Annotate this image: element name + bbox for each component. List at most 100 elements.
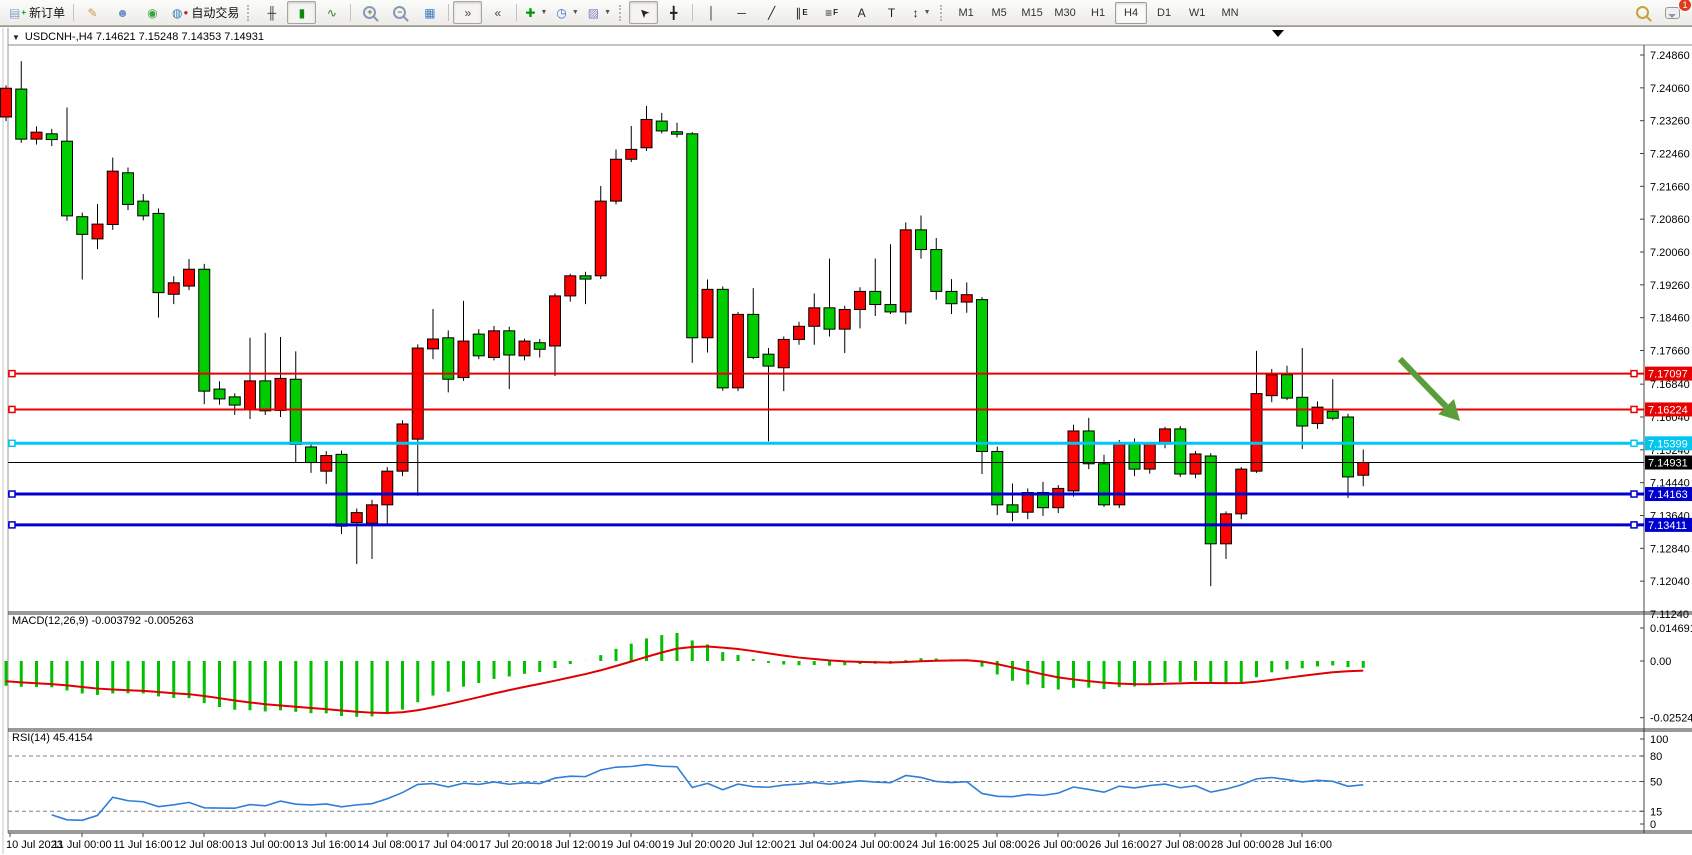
candle-up	[275, 378, 286, 410]
line-handle	[1631, 406, 1637, 412]
time-tick-label: 24 Jul 00:00	[845, 839, 905, 851]
signals-icon[interactable]: ◉	[138, 1, 167, 24]
candle-down	[748, 314, 759, 357]
chart-shift-button[interactable]: «	[483, 1, 512, 24]
time-tick-label: 12 Jul 08:00	[174, 839, 234, 851]
price-tick-label: 7.16840	[1650, 379, 1690, 391]
candle-up	[168, 283, 179, 294]
macd-signal-line	[6, 646, 1363, 713]
price-tick-label: 7.12040	[1650, 576, 1690, 588]
time-axis[interactable]: 10 Jul 202311 Jul 00:0011 Jul 16:0012 Ju…	[6, 833, 1332, 851]
indicators-button[interactable]: ✚▼	[521, 1, 551, 24]
toolbar-group-handle	[247, 5, 253, 21]
new-order-button[interactable]: ▤+新订单	[5, 1, 69, 24]
time-tick-label: 28 Jul 00:00	[1211, 839, 1271, 851]
timeframe-w1-button[interactable]: W1	[1181, 2, 1213, 24]
time-tick-label: 14 Jul 08:00	[357, 839, 417, 851]
tile-windows-button[interactable]: ▦	[415, 1, 444, 24]
candle-down	[1343, 417, 1354, 477]
zoom-in-button[interactable]: +	[355, 1, 384, 24]
timeframe-m1-button[interactable]: M1	[950, 2, 982, 24]
periods-button[interactable]: ◷▼	[552, 1, 582, 24]
candlestick-button[interactable]: ▮	[287, 1, 316, 24]
candle-up	[31, 132, 42, 139]
candle-down	[1175, 429, 1186, 474]
brush-icon[interactable]: ✎	[78, 1, 107, 24]
sub-glyph: +	[21, 9, 26, 17]
collapse-icon[interactable]: ▼	[12, 33, 20, 42]
rsi-axis-label: 100	[1650, 734, 1668, 746]
svg-text:7.16224: 7.16224	[1648, 404, 1688, 416]
candle-down	[62, 141, 73, 216]
time-tick-label: 20 Jul 12:00	[723, 839, 783, 851]
trendline-button[interactable]: ╱	[757, 1, 786, 24]
price-axis[interactable]: 7.248607.240607.232607.224607.216607.208…	[1640, 50, 1690, 621]
crosshair-button[interactable]: ╋	[659, 1, 688, 24]
search-button[interactable]	[1628, 1, 1657, 24]
line-chart-icon: ∿	[327, 7, 337, 19]
svg-text:7.17097: 7.17097	[1648, 369, 1688, 381]
price-chart[interactable]: 7.248607.240607.232607.224607.216607.208…	[0, 27, 1692, 855]
fibonacci-button[interactable]: ≡F	[817, 1, 846, 24]
templates-button[interactable]: ▨▼	[584, 1, 615, 24]
time-tick-label: 26 Jul 00:00	[1028, 839, 1088, 851]
timeframe-d1-button[interactable]: D1	[1148, 2, 1180, 24]
text-button[interactable]: A	[847, 1, 876, 24]
candle-up	[855, 291, 866, 309]
macd-label: MACD(12,26,9) -0.003792 -0.005263	[12, 615, 194, 627]
notification-badge: 1	[1678, 0, 1692, 12]
timeframe-m5-button[interactable]: M5	[983, 2, 1015, 24]
time-tick-label: 17 Jul 20:00	[479, 839, 539, 851]
arrow-annotation[interactable]	[1400, 359, 1446, 407]
vertical-line-button[interactable]: │	[697, 1, 726, 24]
time-tick-label: 13 Jul 00:00	[235, 839, 295, 851]
candle-up	[702, 289, 713, 337]
toolbar-separator	[350, 4, 351, 21]
horizontal-line-button[interactable]: ─	[727, 1, 756, 24]
price-tick-label: 7.20060	[1650, 247, 1690, 259]
candle-down	[1083, 431, 1094, 464]
cursor-button[interactable]: ➤	[629, 1, 658, 24]
timeframe-h4-button[interactable]: H4	[1115, 2, 1147, 24]
auto-scroll-button[interactable]: »	[453, 1, 482, 24]
label-button[interactable]: T	[877, 1, 906, 24]
timeframe-m15-button[interactable]: M15	[1016, 2, 1048, 24]
trendline-icon: ╱	[768, 7, 775, 19]
arrows-button[interactable]: ↕▼	[907, 1, 936, 24]
line-handle	[9, 406, 15, 412]
price-tick-label: 7.20860	[1650, 214, 1690, 226]
price-tick-label: 7.22460	[1650, 149, 1690, 161]
candle-down	[77, 217, 88, 235]
indicators-icon: ✚	[525, 7, 535, 19]
time-tick-label: 18 Jul 12:00	[540, 839, 600, 851]
price-tick-label: 7.18460	[1650, 313, 1690, 325]
channel-button[interactable]: ∥E	[787, 1, 816, 24]
timeframe-h1-button[interactable]: H1	[1082, 2, 1114, 24]
chart-shift-marker[interactable]	[1272, 30, 1284, 37]
templates-icon: ▨	[588, 7, 599, 19]
time-tick-label: 25 Jul 08:00	[967, 839, 1027, 851]
chevron-down-icon: ▼	[572, 9, 579, 16]
candle-down	[870, 291, 881, 304]
profile-icon[interactable]: ☻	[108, 1, 137, 24]
new-order-icon: ▤	[9, 7, 20, 19]
line-chart-button[interactable]: ∿	[317, 1, 346, 24]
svg-text:7.15399: 7.15399	[1648, 438, 1688, 450]
candle-up	[245, 381, 256, 409]
autotrading-button[interactable]: ◍●自动交易	[168, 1, 243, 24]
line-handle	[1631, 522, 1637, 528]
candle-up	[641, 119, 652, 147]
bar-chart-button[interactable]: ╫	[257, 1, 286, 24]
timeframe-mn-button[interactable]: MN	[1214, 2, 1246, 24]
candle-down	[977, 300, 988, 452]
price-tick-label: 7.23260	[1650, 116, 1690, 128]
timeframe-m30-button[interactable]: M30	[1049, 2, 1081, 24]
autotrading-label: 自动交易	[191, 4, 239, 21]
chart-title: USDCNH-,H4 7.14621 7.15248 7.14353 7.149…	[25, 31, 264, 43]
chat-button[interactable]: 1	[1658, 1, 1687, 24]
candle-down	[824, 308, 835, 329]
candle-down	[229, 397, 240, 405]
candle-up	[1114, 444, 1125, 505]
candle-up	[1190, 454, 1201, 474]
zoom-out-button[interactable]: −	[385, 1, 414, 24]
